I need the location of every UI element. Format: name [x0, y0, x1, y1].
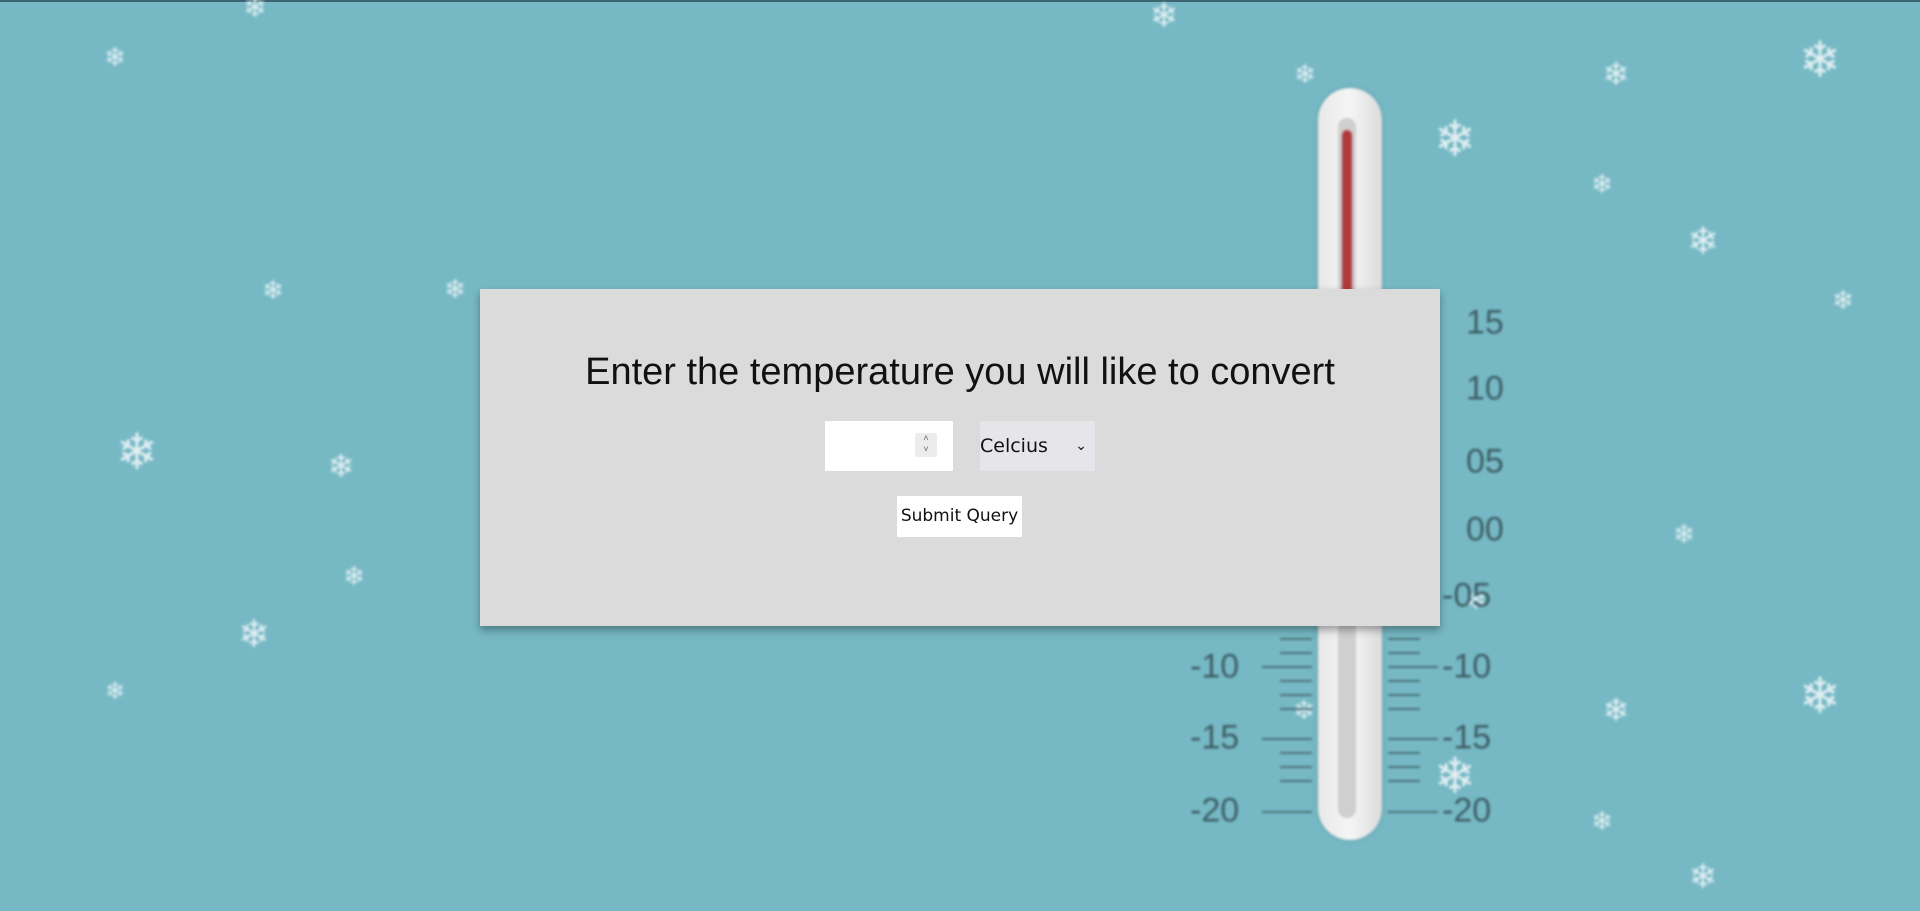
tick [1388, 666, 1438, 668]
snowflake-icon: ❄ [238, 614, 270, 656]
tick [1262, 811, 1312, 813]
scale-label: 00 [1466, 510, 1504, 549]
snowflake-icon: ❄ [116, 424, 158, 480]
converter-dialog: Enter the temperature you will like to c… [480, 289, 1440, 626]
scale-label: -20 [1442, 791, 1492, 830]
scale-label: -20 [1190, 791, 1240, 830]
chevron-up-icon[interactable]: ˄ [915, 433, 937, 444]
snowflake-icon: ❄ [1149, 0, 1179, 35]
snowflake-icon: ❄ [1434, 111, 1476, 167]
snowflake-icon: ❄ [1602, 56, 1630, 92]
tick [1388, 752, 1420, 754]
snowflake-icon: ❄ [1591, 169, 1613, 199]
tick [1280, 766, 1312, 768]
tick [1280, 638, 1312, 640]
snowflake-icon: ❄ [1294, 59, 1316, 89]
tick [1388, 780, 1420, 782]
snowflake-icon: ❄ [327, 448, 355, 484]
number-spinner[interactable]: ˄ ˅ [915, 433, 937, 457]
tick [1388, 638, 1420, 640]
snowflake-icon: ❄ [104, 678, 126, 705]
snowflake-icon: ❄ [1799, 32, 1841, 88]
scale-label: 10 [1466, 369, 1504, 408]
tick [1280, 680, 1312, 682]
snowflake-icon: ❄ [1591, 806, 1613, 836]
scale-label: 15 [1466, 303, 1504, 342]
scale-label: -10 [1190, 647, 1240, 686]
dialog-heading: Enter the temperature you will like to c… [585, 351, 1335, 393]
tick [1388, 680, 1420, 682]
tick [1388, 738, 1438, 740]
tick [1280, 780, 1312, 782]
tick [1262, 738, 1312, 740]
scale-label: -15 [1190, 718, 1240, 757]
tick [1280, 752, 1312, 754]
tick [1280, 694, 1312, 696]
scale-label: -15 [1442, 718, 1492, 757]
submit-button[interactable]: Submit Query [897, 496, 1022, 537]
unit-select[interactable]: Celcius ⌄ [980, 421, 1095, 471]
scale-label: -05 [1442, 576, 1492, 615]
tick [1388, 811, 1438, 813]
snowflake-icon: ❄ [343, 561, 365, 591]
snowflake-icon: ❄ [444, 274, 466, 304]
thermometer-mercury [1342, 130, 1352, 310]
snowflake-icon: ❄ [243, 0, 267, 23]
snowflake-icon: ❄ [1799, 668, 1841, 724]
tick [1388, 652, 1420, 654]
snowflake-icon: ❄ [1293, 695, 1315, 725]
tick [1280, 652, 1312, 654]
snowflake-icon: ❄ [1673, 519, 1695, 549]
tick [1262, 666, 1312, 668]
tick [1388, 766, 1420, 768]
scale-label: 05 [1466, 442, 1504, 481]
chevron-down-icon: ⌄ [1075, 438, 1087, 454]
chevron-down-icon[interactable]: ˅ [915, 444, 937, 455]
unit-select-value: Celcius [980, 435, 1048, 457]
snowflake-icon: ❄ [262, 275, 284, 305]
scale-label: -10 [1442, 647, 1492, 686]
snowflake-icon: ❄ [1687, 221, 1719, 263]
tick [1280, 708, 1312, 710]
snowflake-icon: ❄ [104, 42, 126, 72]
snowflake-icon: ❄ [1832, 285, 1854, 315]
tick [1388, 708, 1420, 710]
snowflake-icon: ❄ [1688, 858, 1718, 896]
snowflake-icon: ❄ [1602, 692, 1630, 728]
tick [1388, 694, 1420, 696]
